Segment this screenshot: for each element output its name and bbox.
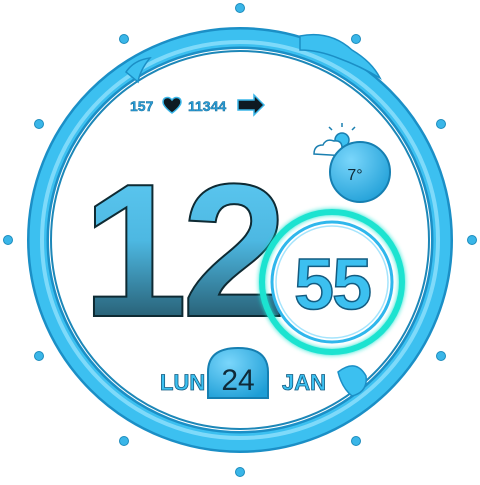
- tick-dot: [436, 351, 446, 361]
- tick-dot: [235, 3, 245, 13]
- month-label: JAN: [282, 370, 326, 395]
- tick-dot: [119, 34, 129, 44]
- tick-dot: [34, 119, 44, 129]
- steps-value: 11344: [188, 98, 226, 114]
- heart-rate-value: 157: [130, 98, 154, 114]
- weather-widget: 7°: [313, 123, 391, 203]
- minute-value: 55: [294, 245, 371, 325]
- weekday-label: LUN: [160, 370, 205, 395]
- tick-dot: [235, 467, 245, 477]
- tick-dot: [467, 235, 477, 245]
- minute-display: 55: [259, 209, 405, 355]
- tick-dot: [351, 436, 361, 446]
- hour-value: 12: [82, 145, 281, 357]
- watch-face: 157 11344 12 7° 55 LUN 24 JAN: [0, 0, 480, 480]
- heart-icon: [162, 96, 182, 114]
- tick-dot: [119, 436, 129, 446]
- tick-dot: [351, 34, 361, 44]
- stats-row: 157 11344: [130, 93, 266, 117]
- temperature-value: 7°: [347, 167, 362, 184]
- watch-face-svg: 157 11344 12 7° 55 LUN 24 JAN: [3, 3, 477, 477]
- steps-arrow-icon: [237, 93, 266, 117]
- tick-dot: [34, 351, 44, 361]
- hour-display: 12: [81, 144, 288, 358]
- tick-dot: [3, 235, 13, 245]
- liquid-splash-bottom-right: [337, 365, 367, 397]
- day-value: 24: [221, 364, 254, 397]
- tick-dot: [436, 119, 446, 129]
